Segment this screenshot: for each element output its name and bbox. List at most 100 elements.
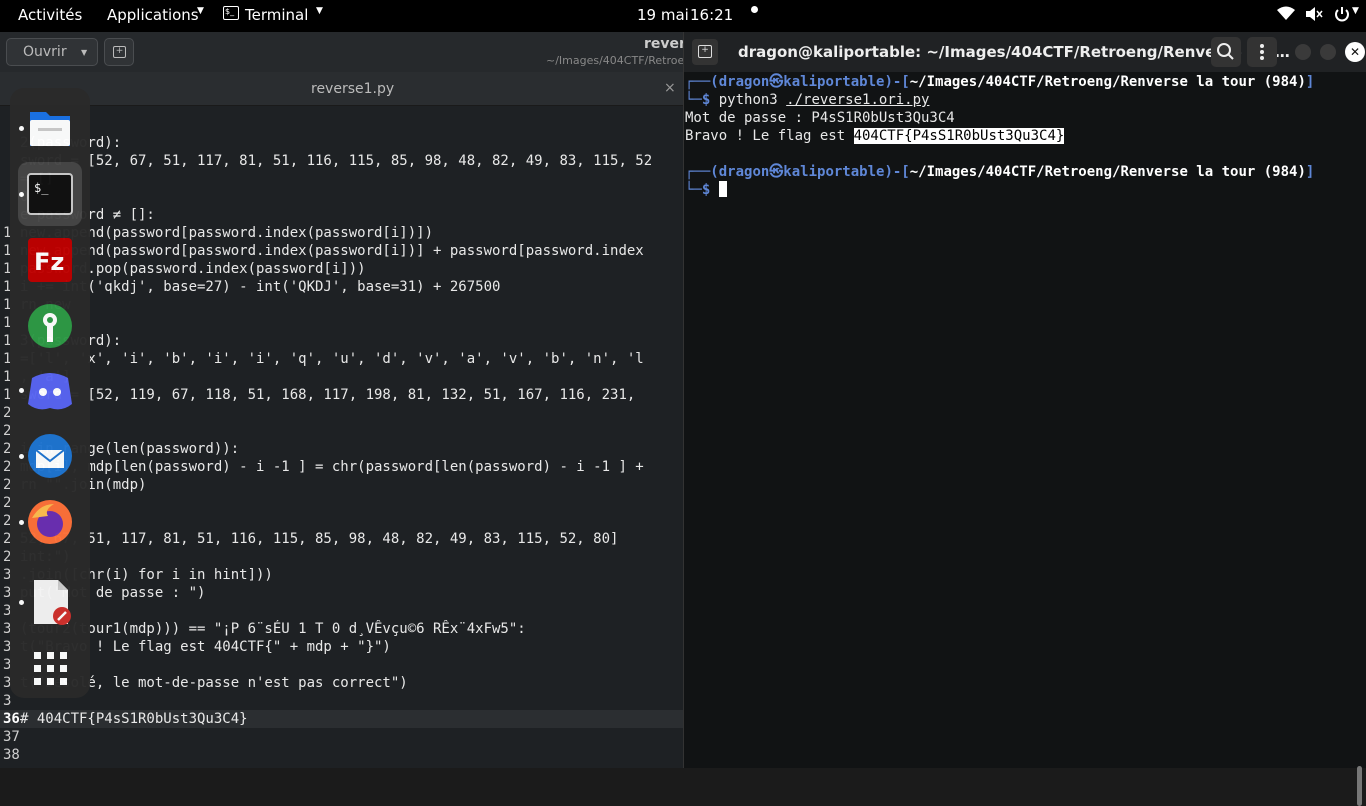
command-text: python3 [718,92,787,108]
active-app-menu[interactable]: Terminal [245,6,308,24]
line-number: 37 [3,729,20,745]
svg-text:$_: $_ [34,181,49,195]
prompt-path: ~/Images/404CTF/Retroeng/Renverse la tou… [909,74,1306,90]
code-line: 1 [0,314,683,332]
new-tab-icon: + [698,45,712,58]
terminal-window: + dragon@kaliportable: ~/Images/404CTF/R… [683,32,1366,806]
editor-window-path: ~/Images/404CTF/Retroe [546,54,685,67]
close-button[interactable]: ✕ [1345,42,1365,62]
code-line: 3 [0,656,683,674]
chevron-down-icon: ▼ [316,6,323,16]
output-line: Mot de passe : P4sS1R0bUst3Qu3C4 [685,110,955,126]
code-line: 3 put("Mot de passe : ") [0,584,683,602]
chevron-down-icon: ▼ [81,48,88,57]
files-icon[interactable] [24,102,76,154]
discord-icon[interactable] [24,364,76,416]
code-line: 37 [0,728,683,746]
code-line: 3 [0,602,683,620]
code-line: 3 [0,692,683,710]
filezilla-icon[interactable]: Fz [24,234,76,286]
terminal-app-icon: $_ [223,6,239,20]
maximize-button[interactable] [1320,44,1336,60]
command-line: └─$ python3 ./reverse1.ori.py [685,92,930,108]
menu-button[interactable] [1247,37,1277,67]
code-line: sword = [52, 67, 51, 117, 81, 51, 116, 1… [0,152,683,170]
code-line: 13(password): [0,332,683,350]
code-line: 0 [0,188,683,206]
text-cursor [718,181,727,197]
code-line: = [] [0,170,683,188]
close-tab-icon[interactable]: × [664,80,676,96]
tab-filename: reverse1.py [311,81,395,97]
prompt-path: ~/Images/404CTF/Retroeng/Renverse la tou… [909,164,1306,180]
clock-time[interactable]: 16:21 [690,6,733,24]
applications-menu[interactable]: Applications [107,6,199,24]
volume-muted-icon[interactable] [1305,6,1323,26]
code-line: 2 [0,422,683,440]
code-text: (tour2(tour1(mdp))) == "¡P 6¨sÉU 1 T 0 d… [20,621,526,637]
code-line: 2 [0,404,683,422]
notification-dot-icon [751,6,758,13]
code-line: 2(password): [0,134,683,152]
minimize-button[interactable] [1295,44,1311,60]
code-line: 2 [0,512,683,530]
new-document-button[interactable]: + [104,38,134,66]
code-line: 38 [0,746,683,764]
code-line: 3 (tour2(tour1(mdp))) == "¡P 6¨sÉU 1 T 0 … [0,620,683,638]
scrollbar[interactable] [1357,766,1362,806]
code-text: 52, 67, 51, 117, 81, 51, 116, 115, 85, 9… [20,531,619,547]
code-line: 1rn new [0,296,683,314]
code-text: i += int('qkdj', base=27) - int('QKDJ', … [20,279,501,295]
line-number: 36 [3,711,20,727]
code-line: 3 .join([chr(i) for i in hint])) [0,566,683,584]
input-line[interactable]: └─$ [685,181,727,199]
code-line: 1 new.append(password[password.index(pass… [0,242,683,260]
code-text: =['l', 'x', 'i', 'b', 'i', 'i', 'q', 'u'… [20,351,644,367]
code-line: 36# 404CTF{P4sS1R0bUst3Qu3C4} [0,710,683,728]
chevron-down-icon: ▼ [1352,6,1359,16]
code-view[interactable]: 2(password):sword = [52, 67, 51, 117, 81… [0,106,683,768]
keepass-icon[interactable] [24,300,76,352]
firefox-icon[interactable] [24,496,76,548]
terminal-icon[interactable]: $_ [24,168,76,220]
terminal-output[interactable]: ┌──(dragon㉿kaliportable)-[~/Images/404CT… [684,72,1366,806]
open-button[interactable]: Ouvrir ▼ [6,38,98,66]
code-line: 1 =['l', 'x', 'i', 'b', 'i', 'i', 'q', 'u… [0,350,683,368]
activities-button[interactable]: Activités [18,6,82,24]
code-line: 1, 'a'] [0,368,683,386]
terminal-title: dragon@kaliportable: ~/Images/404CTF/Ret… [738,43,1290,61]
wifi-icon[interactable] [1277,6,1295,24]
clock-date[interactable]: 19 mai [637,6,689,24]
flag-highlight: 404CTF{P4sS1R0bUst3Qu3C4} [853,128,1065,144]
code-text: # 404CTF{P4sS1R0bUst3Qu3C4} [20,711,248,727]
new-tab-button[interactable]: + [692,39,718,65]
prompt-user: (dragon㉿kaliportable) [710,74,893,90]
line-number: 38 [3,747,20,763]
prompt-user: (dragon㉿kaliportable) [710,164,893,180]
code-line: 2 mdp[i], mdp[len(password) - i -1 ] = ch… [0,458,683,476]
code-line: 1 password.pop(password.index(password[i]… [0,260,683,278]
code-text: new.append(password[password.index(passw… [20,243,644,259]
open-button-label: Ouvrir [23,44,67,60]
code-line: 3 t("Désolé, le mot-de-passe n'est pas co… [0,674,683,692]
code-line: 2 52, 67, 51, 117, 81, 51, 116, 115, 85, … [0,530,683,548]
text-editor-window: Ouvrir ▼ + revers ~/Images/404CTF/Retroe… [0,32,694,768]
code-text: sword = [52, 67, 51, 117, 81, 51, 116, 1… [20,153,653,169]
dash-dock: $_ Fz [10,88,90,698]
chevron-down-icon: ▼ [197,6,204,16]
code-line: 3 t("Bravo ! Le flag est 404CTF{" + mdp +… [0,638,683,656]
code-line: e password ≠ []: [0,206,683,224]
search-icon [1217,43,1234,60]
code-text: mdp[i], mdp[len(password) - i -1 ] = chr… [20,459,644,475]
code-line: 2rn "".join(mdp) [0,476,683,494]
kebab-menu-icon [1260,44,1264,60]
new-tab-icon: + [113,46,126,58]
power-icon[interactable] [1334,6,1350,26]
terminal-headerbar: + dragon@kaliportable: ~/Images/404CTF/R… [684,32,1366,72]
text-editor-icon[interactable] [24,576,76,628]
search-button[interactable] [1211,37,1241,67]
app-grid-icon[interactable] [24,642,76,694]
thunderbird-icon[interactable] [24,430,76,482]
code-line: 2i in range(len(password)): [0,440,683,458]
editor-tab[interactable]: reverse1.py × [0,72,683,106]
